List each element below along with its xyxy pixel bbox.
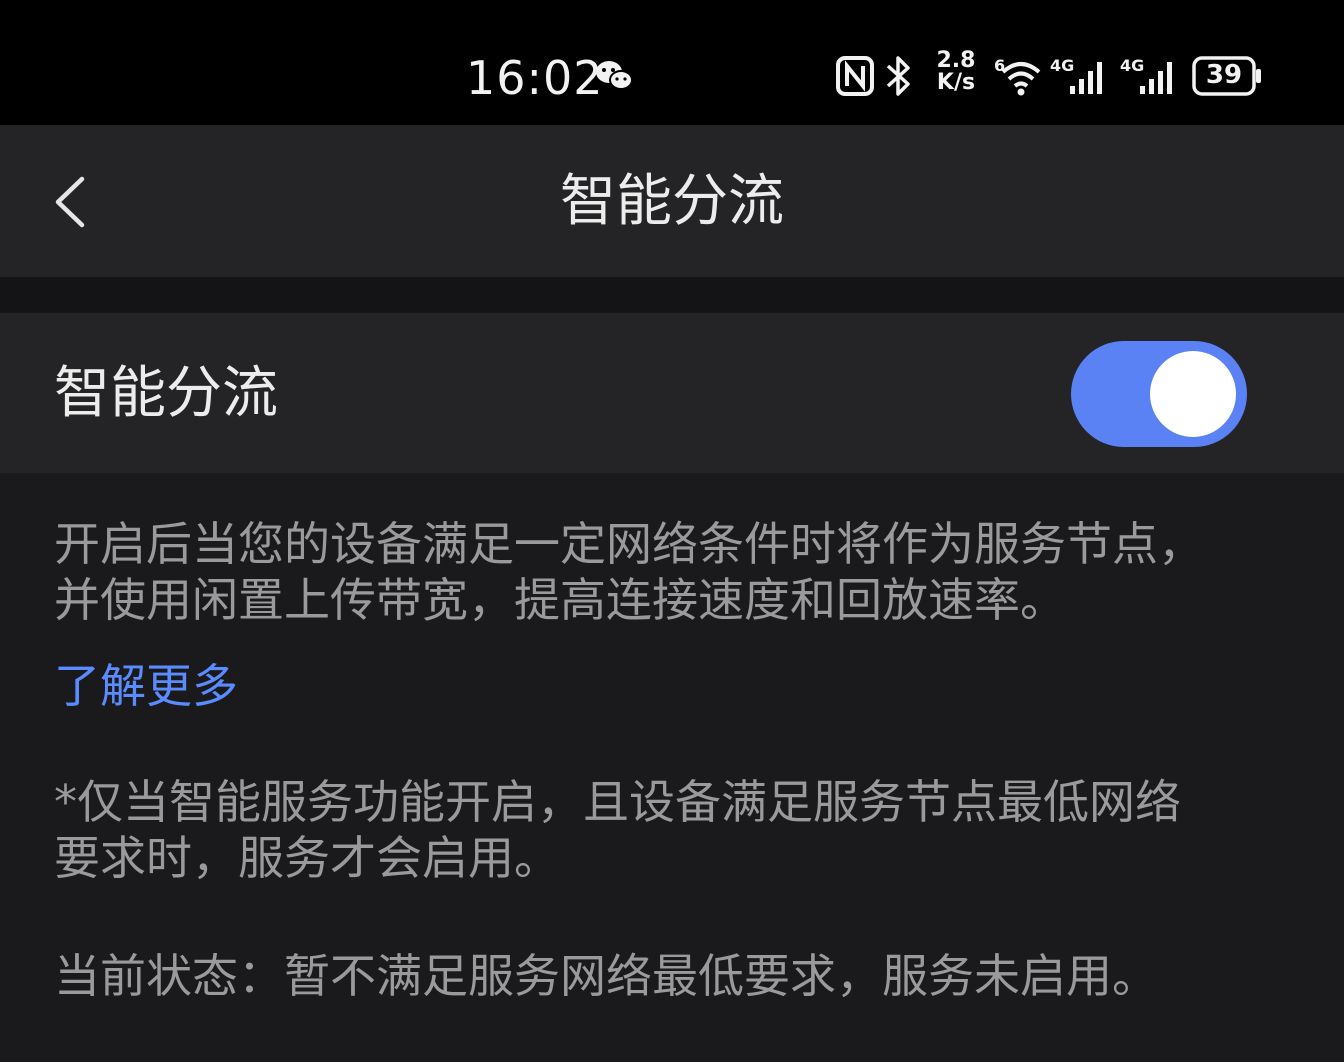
note-line-2: 要求时，服务才会启用。 [54,831,560,885]
note-line-1: *仅当智能服务功能开启，且设备满足服务节点最低网络 [54,775,1181,829]
note-text: *仅当智能服务功能开启，且设备满足服务节点最低网络 要求时，服务才会启用。 [54,774,1294,886]
wifi-icon [1001,62,1041,96]
page-title: 智能分流 [560,169,784,234]
setting-label: 智能分流 [54,361,278,426]
description-text: 开启后当您的设备满足一定网络条件时将作为服务节点， 并使用闲置上传带宽，提高连接… [54,516,1294,628]
network-speed-unit: K/s [936,70,976,95]
battery-level: 39 [1205,60,1243,90]
nfc-icon [836,56,874,96]
signal-icon [1140,62,1172,94]
network-speed-value: 2.8 [936,48,976,73]
toggle-knob [1150,351,1236,437]
description-line-2: 并使用闲置上传带宽，提高连接速度和回放速率。 [54,573,1066,627]
status-time: 16:02 [466,51,604,105]
bluetooth-icon [886,56,910,96]
signal-icon [1070,62,1102,94]
section-divider [0,277,1344,313]
current-status-text: 当前状态：暂不满足服务网络最低要求，服务未启用。 [54,949,1158,1003]
description-line-1: 开启后当您的设备满足一定网络条件时将作为服务节点， [54,517,1204,571]
wechat-icon [596,61,633,90]
status-bar: 16:02 2.8 K/s 6 4G 4G 39 [0,0,1344,125]
network-speed: 2.8 K/s [934,50,978,94]
learn-more-link[interactable]: 了解更多 [54,656,238,716]
